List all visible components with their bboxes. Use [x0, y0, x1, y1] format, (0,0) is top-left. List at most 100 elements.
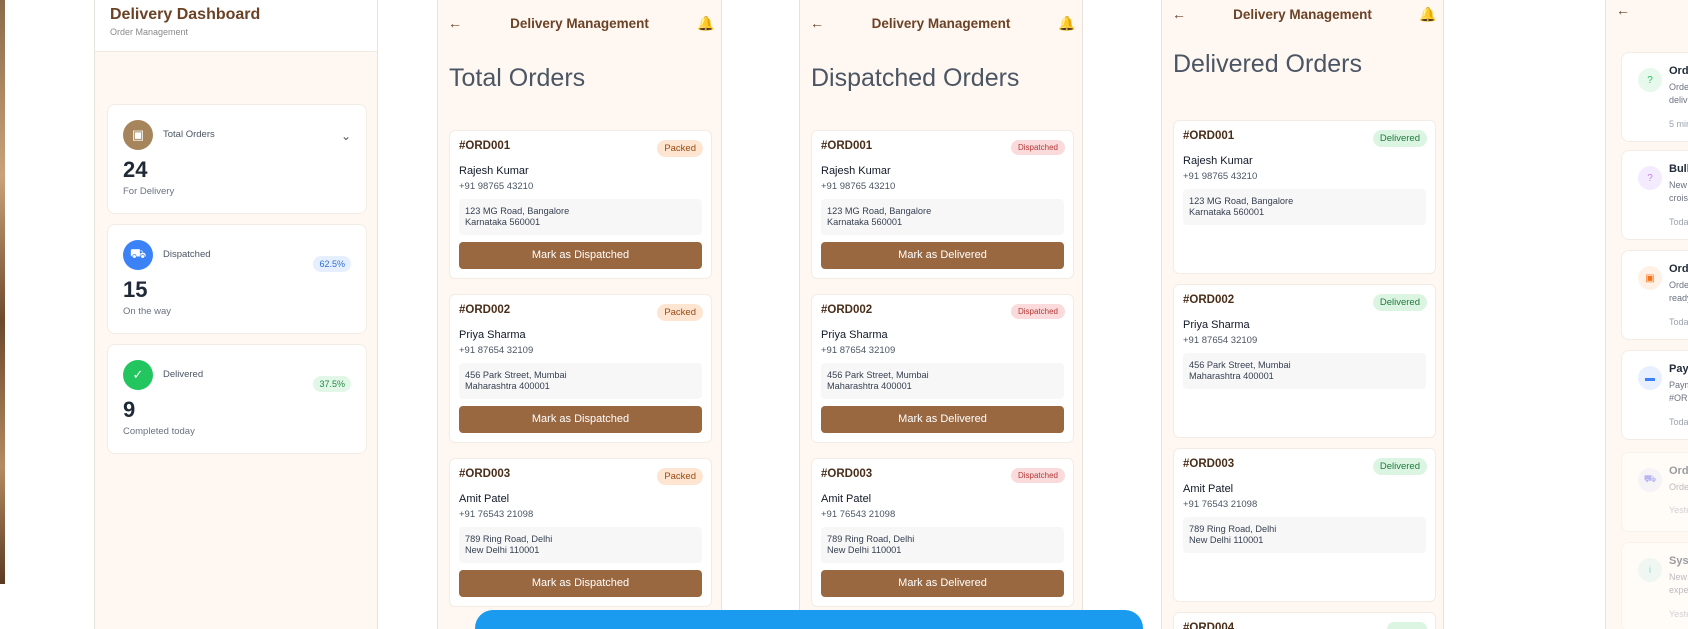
truck-icon: ⛟ — [1638, 468, 1662, 492]
order-card: #ORD003 Delivered Amit Patel +91 76543 2… — [1173, 448, 1436, 602]
address-line-2: Karnataka 560001 — [1189, 207, 1265, 217]
address-line-2: New Delhi 110001 — [465, 545, 540, 555]
notification-desc-line: Paym — [1669, 380, 1688, 390]
customer-name: Priya Sharma — [1183, 319, 1250, 331]
address-box: 123 MG Road, Bangalore Karnataka 560001 — [1183, 189, 1426, 225]
status-badge: Dispatched — [1010, 140, 1065, 155]
dashboard-header: Delivery Dashboard Order Management — [95, 0, 377, 52]
notification-time: Yeste — [1669, 609, 1688, 619]
stat-card-delivered[interactable]: ✓ Delivered 37.5% 9 Completed today — [107, 344, 367, 454]
mark-dispatched-button[interactable]: Mark as Dispatched — [459, 242, 702, 269]
notification-desc-line: crois — [1669, 193, 1688, 203]
order-card: #ORD004 — [1173, 612, 1436, 629]
customer-name: Rajesh Kumar — [1183, 155, 1253, 167]
address-line-1: 123 MG Road, Bangalore — [465, 206, 570, 216]
address-line-2: Karnataka 560001 — [827, 217, 903, 227]
app-header: ← Delivery Management 🔔 — [800, 0, 1082, 46]
background-photo — [0, 0, 5, 584]
customer-phone: +91 76543 21098 — [821, 509, 896, 520]
order-card: #ORD001 Dispatched Rajesh Kumar +91 9876… — [811, 130, 1074, 279]
notification-desc-line: expe — [1669, 585, 1688, 595]
address-line-2: Maharashtra 400001 — [1189, 371, 1274, 381]
notification-card[interactable]: i Syst New expe Yeste — [1621, 542, 1688, 629]
customer-phone: +91 87654 32109 — [459, 345, 534, 356]
notifications-screen: ← ? Orde Orde deliv 5 min ? Bulk New crois… — [1605, 0, 1688, 629]
mark-delivered-button[interactable]: Mark as Delivered — [821, 242, 1064, 269]
address-box: 123 MG Road, Bangalore Karnataka 560001 — [459, 199, 702, 235]
notification-title: Orde — [1669, 263, 1688, 275]
dispatched-orders-screen: ← Delivery Management 🔔 Dispatched Order… — [799, 0, 1083, 629]
status-badge: Packed — [657, 468, 703, 485]
notification-card[interactable]: ? Orde Orde deliv 5 min — [1621, 52, 1688, 142]
back-arrow-icon[interactable]: ← — [448, 15, 462, 31]
address-box: 456 Park Street, Mumbai Maharashtra 4000… — [459, 363, 702, 399]
percent-badge: 37.5% — [313, 376, 351, 392]
notification-title: Orde — [1669, 465, 1688, 477]
order-card: #ORD003 Dispatched Amit Patel +91 76543 … — [811, 458, 1074, 607]
stat-sub: For Delivery — [123, 186, 175, 197]
notification-card[interactable]: ? Bulk New crois Toda — [1621, 150, 1688, 240]
order-card: #ORD002 Dispatched Priya Sharma +91 8765… — [811, 294, 1074, 443]
address-line-1: 123 MG Road, Bangalore — [1189, 196, 1294, 206]
stat-card-total-orders[interactable]: ▣ Total Orders ⌄ 24 For Delivery — [107, 104, 367, 214]
customer-name: Rajesh Kumar — [459, 165, 529, 177]
address-line-2: Maharashtra 400001 — [827, 381, 912, 391]
app-header: ← Delivery Management 🔔 — [438, 0, 721, 46]
stat-sub: Completed today — [123, 426, 195, 437]
address-line-1: 456 Park Street, Mumbai — [465, 370, 567, 380]
bottom-action-bar[interactable] — [475, 610, 1143, 629]
address-box: 789 Ring Road, Delhi New Delhi 110001 — [459, 527, 702, 563]
mark-dispatched-button[interactable]: Mark as Dispatched — [459, 406, 702, 433]
section-title: Dispatched Orders — [811, 64, 1020, 92]
customer-phone: +91 76543 21098 — [1183, 499, 1258, 510]
mark-delivered-button[interactable]: Mark as Delivered — [821, 406, 1064, 433]
notification-title: Bulk — [1669, 163, 1688, 175]
section-title: Total Orders — [449, 64, 586, 92]
address-line-2: New Delhi 110001 — [1189, 535, 1264, 545]
notification-title: Orde — [1669, 65, 1688, 77]
notification-desc-line: #ORI — [1669, 393, 1688, 403]
notification-card[interactable]: ▣ Orde Orde ready Toda — [1621, 250, 1688, 340]
stat-label: Dispatched — [163, 249, 211, 260]
notification-desc-line: ready — [1669, 293, 1688, 303]
stat-value: 24 — [123, 157, 148, 182]
customer-phone: +91 98765 43210 — [1183, 171, 1258, 182]
customer-phone: +91 87654 32109 — [1183, 335, 1258, 346]
bell-icon[interactable]: 🔔 — [1419, 6, 1436, 23]
back-arrow-icon[interactable]: ← — [1616, 2, 1630, 18]
back-arrow-icon[interactable]: ← — [810, 15, 824, 31]
dashboard-screen: Delivery Dashboard Order Management ▣ To… — [94, 0, 378, 629]
status-badge: Dispatched — [1010, 468, 1065, 483]
chevron-down-icon[interactable]: ⌄ — [341, 129, 351, 143]
header-title: Delivery Management — [510, 15, 649, 31]
notification-desc-line: Orde — [1669, 82, 1688, 92]
notification-card[interactable]: ⛟ Orde Orde Yeste — [1621, 452, 1688, 532]
notification-desc: Paym #ORI — [1669, 379, 1688, 405]
check-circle-icon: ✓ — [123, 360, 153, 390]
mark-dispatched-button[interactable]: Mark as Dispatched — [459, 570, 702, 597]
bell-icon[interactable]: 🔔 — [697, 15, 714, 32]
stat-value: 15 — [123, 277, 148, 302]
percent-badge: 62.5% — [313, 256, 351, 272]
mark-delivered-button[interactable]: Mark as Delivered — [821, 570, 1064, 597]
package-icon: ▣ — [123, 120, 153, 150]
notification-desc-line: Orde — [1669, 280, 1688, 290]
app-header: ← Delivery Management 🔔 — [1162, 0, 1443, 28]
status-badge: Packed — [657, 140, 703, 157]
notification-desc: Orde deliv — [1669, 81, 1688, 107]
dashboard-subtitle: Order Management — [110, 27, 189, 37]
stat-label: Delivered — [163, 369, 204, 380]
help-circle-icon: ? — [1638, 68, 1662, 92]
address-box: 456 Park Street, Mumbai Maharashtra 4000… — [1183, 353, 1426, 389]
notification-title: Syst — [1669, 555, 1688, 567]
status-badge: Delivered — [1372, 458, 1427, 475]
stat-value: 9 — [123, 397, 136, 422]
total-orders-screen: ← Delivery Management 🔔 Total Orders #OR… — [437, 0, 722, 629]
notification-time: Toda — [1669, 317, 1688, 327]
stat-label: Total Orders — [163, 129, 215, 140]
stat-card-dispatched[interactable]: ⛟ Dispatched 62.5% 15 On the way — [107, 224, 367, 334]
notification-card[interactable]: ▬ Paym Paym #ORI Toda — [1621, 350, 1688, 440]
back-arrow-icon[interactable]: ← — [1172, 6, 1186, 22]
stat-sub: On the way — [123, 306, 172, 317]
bell-icon[interactable]: 🔔 — [1058, 15, 1075, 32]
